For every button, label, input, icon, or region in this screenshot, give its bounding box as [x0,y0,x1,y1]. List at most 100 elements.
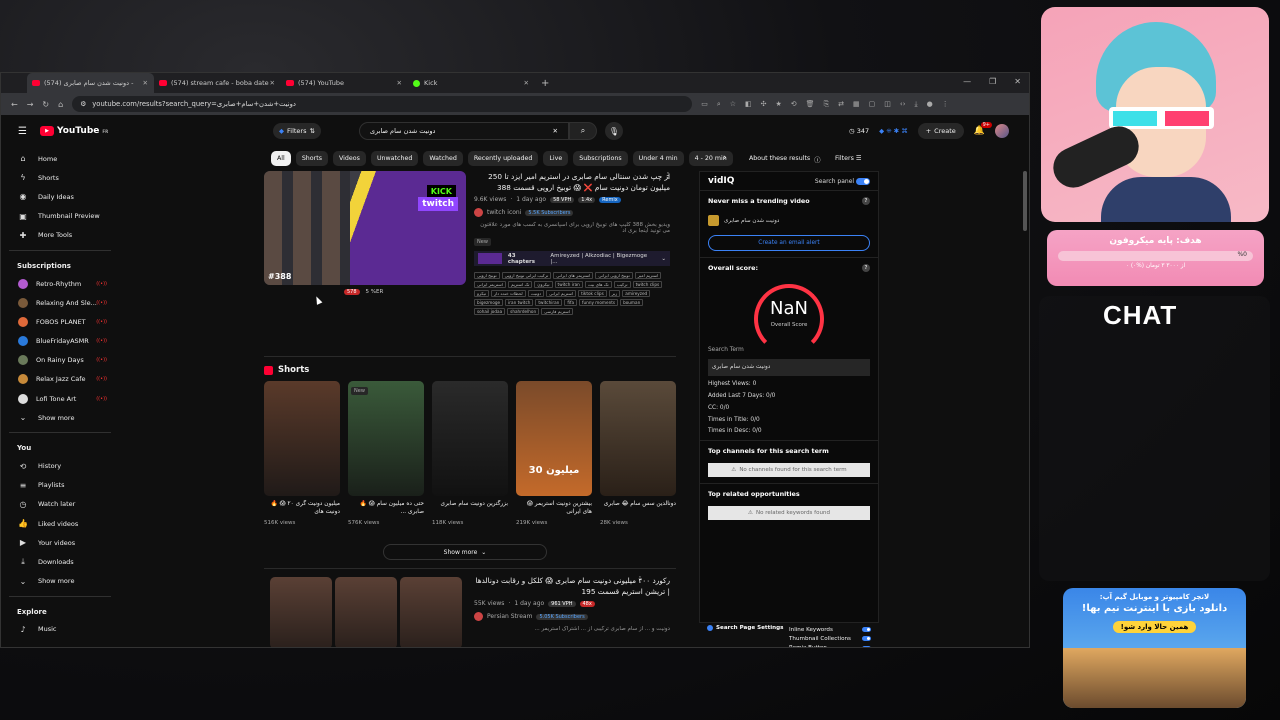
forward-icon[interactable]: → [27,100,34,109]
subscription-item[interactable]: Retro-Rhythm ((•)) [1,274,119,293]
sidebar-item-watch-later[interactable]: ◷ Watch later [1,495,119,514]
channel-row[interactable]: Persian Stream 5.05K Subscribers [474,612,670,621]
short-thumbnail[interactable] [600,381,676,496]
video-result[interactable]: رکورد ۴۰۰ میلیونی دونیت سام صابری 😱 کلکل… [264,575,676,647]
more-options-icon[interactable]: ⋮ [636,575,644,584]
chip-under-4-min[interactable]: Under 4 min [632,151,684,166]
subscription-item[interactable]: BlueFridayASMR ((•)) [1,332,119,351]
star-icon[interactable]: ★ [776,100,782,109]
keyword-tag[interactable]: funny moments [579,299,619,306]
keyword-tag[interactable]: استریم امیر [634,272,662,279]
tab-0[interactable]: (574) دونیت شدن سام صابری - ✕ [27,73,154,93]
extension-icon[interactable]: ◧ [745,100,752,109]
search-panel-toggle[interactable]: Search panel [815,177,870,185]
keyword-tag[interactable]: توبیخ اروپی ایرانی [595,272,633,279]
show-more-button[interactable]: ⌄ Show more [1,408,119,427]
tab-1[interactable]: (574) stream cafe - boba date ✕ [154,73,281,93]
keyword-tag[interactable]: fifa [564,299,578,306]
channel-avatar[interactable] [474,612,483,621]
keyword-tag[interactable]: استریم فارسی [541,308,573,315]
search-input[interactable]: دونیت شدن سام صابری ✕ [359,122,569,140]
search-button[interactable]: ⌕ [569,122,597,140]
subscription-item[interactable]: Lofi Tone Art ((•)) [1,389,119,408]
subscriptions-heading[interactable]: Subscriptions [1,256,119,274]
keyword-tag[interactable]: bouman [620,299,644,306]
keyword-tag[interactable]: استریمر های ایرانی [553,272,594,279]
keyword-tag[interactable]: تک استریم [507,281,533,288]
short-title[interactable]: دونالدین سس سام 😂 صابری [600,500,676,518]
ext-icons[interactable]: ◆ ⁜ ✱ ⌘ [879,127,908,135]
profile-icon[interactable]: ● [927,100,933,109]
sidebar-item-thumbnail-preview[interactable]: ▣ Thumbnail Preview [1,207,119,226]
sidebar-item-liked-videos[interactable]: 👍 Liked videos [1,514,119,533]
chip-shorts[interactable]: Shorts [295,151,328,166]
home-icon[interactable]: ⌂ [58,100,63,109]
keyword-tag[interactable]: twitchiran [535,299,563,306]
youtube-logo[interactable]: ▶ YouTube FR [40,126,108,136]
chip-recently-uploaded[interactable]: Recently uploaded [467,151,539,166]
subscription-item[interactable]: Relaxing And Sle... ((•)) [1,293,119,312]
chip-watched[interactable]: Watched [423,151,463,166]
more-options-icon[interactable]: ⋮ [664,171,672,180]
install-icon[interactable]: ▭ [701,100,708,109]
about-results[interactable]: About these results ⓘ [749,155,821,164]
toggle-switch[interactable] [862,636,871,642]
short-item[interactable]: دونالدین سس سام 😂 صابری 28K views [600,381,676,526]
tab-3[interactable]: Kick ✕ [408,73,535,93]
grid-icon[interactable]: ▦ [853,100,860,109]
close-window-icon[interactable]: ✕ [1014,77,1021,86]
keyword-tag[interactable]: زیر [608,290,621,297]
menu-dots-icon[interactable]: ⋮ [942,100,949,109]
history-icon[interactable]: ⟲ [791,100,797,109]
short-title[interactable]: بیشترین دونیت استریمر 😱 های ایرانی [516,500,592,518]
download-icon[interactable]: ⤓ [915,100,918,109]
keyword-tag[interactable]: توبیخ اروپی [474,272,500,279]
channel-name[interactable]: Persian Stream [487,613,532,620]
keyword-tag[interactable]: sohail jodaa [474,308,506,315]
chip-unwatched[interactable]: Unwatched [370,151,419,166]
tab-2[interactable]: (574) YouTube ✕ [281,73,408,93]
short-thumbnail[interactable] [264,381,340,496]
short-thumbnail[interactable]: 30 میلیون [516,381,592,496]
sidebar-item-music[interactable]: ♪ Music [1,620,119,639]
keyword-tag[interactable]: twitch clips [632,281,663,288]
show-more-shorts-button[interactable]: Show more ⌄ [383,544,547,560]
keyword-tag[interactable]: iran twitch [505,299,534,306]
toggle-switch[interactable] [862,645,871,647]
back-icon[interactable]: ← [11,100,18,109]
keyword-tag[interactable]: لحظات خنده دار [491,290,526,297]
create-button[interactable]: + Create [917,123,964,139]
chip-subscriptions[interactable]: Subscriptions [573,151,628,166]
video-thumbnail[interactable]: KICK twitch #388 [264,171,466,285]
sidebar-item-shorts[interactable]: ϟ Shorts [1,168,119,187]
keyword-tag[interactable]: تک های بیت [584,281,612,288]
keyword-tag[interactable]: shahrdelhon [507,308,540,315]
channel-row[interactable]: twitch iconi 5.5K Subscribers [474,208,670,217]
sidebar-item-more-tools[interactable]: ✚ More Tools [1,226,119,245]
close-tab-icon[interactable]: ✕ [524,79,529,87]
close-tab-icon[interactable]: ✕ [270,79,275,87]
clear-search-icon[interactable]: ✕ [553,127,558,135]
toggle-switch[interactable] [856,177,870,185]
channel-name[interactable]: twitch iconi [487,209,521,216]
keyword-tag[interactable]: amireyzed [622,290,651,297]
channel-avatar[interactable] [474,208,483,217]
trash-icon[interactable]: 🗑 [806,100,815,109]
cast-icon[interactable]: ▢ [869,100,876,109]
keyword-tag[interactable]: تیکزو [474,290,490,297]
sidebar-item-history[interactable]: ⟲ History [1,456,119,475]
code-icon[interactable]: ‹› [900,100,906,109]
keyword-tag[interactable]: دونیت [527,290,545,297]
you-heading[interactable]: You [1,438,119,456]
chip-live[interactable]: Live [543,151,569,166]
scrollbar[interactable] [1023,171,1027,231]
help-icon[interactable]: ? [862,264,870,272]
sidebar-item-downloads[interactable]: ⤓ Downloads [1,552,119,571]
hamburger-menu-icon[interactable]: ☰ [18,126,27,137]
maximize-icon[interactable]: ❐ [989,77,996,86]
new-tab-button[interactable]: + [541,78,549,89]
sidebar-item-your-videos[interactable]: ▶ Your videos [1,533,119,552]
create-email-alert-button[interactable]: Create an email alert [708,235,870,251]
short-item[interactable]: 30 میلیون بیشترین دونیت استریمر 😱 های ایر… [516,381,592,526]
chips-next-icon[interactable]: › [723,153,727,163]
